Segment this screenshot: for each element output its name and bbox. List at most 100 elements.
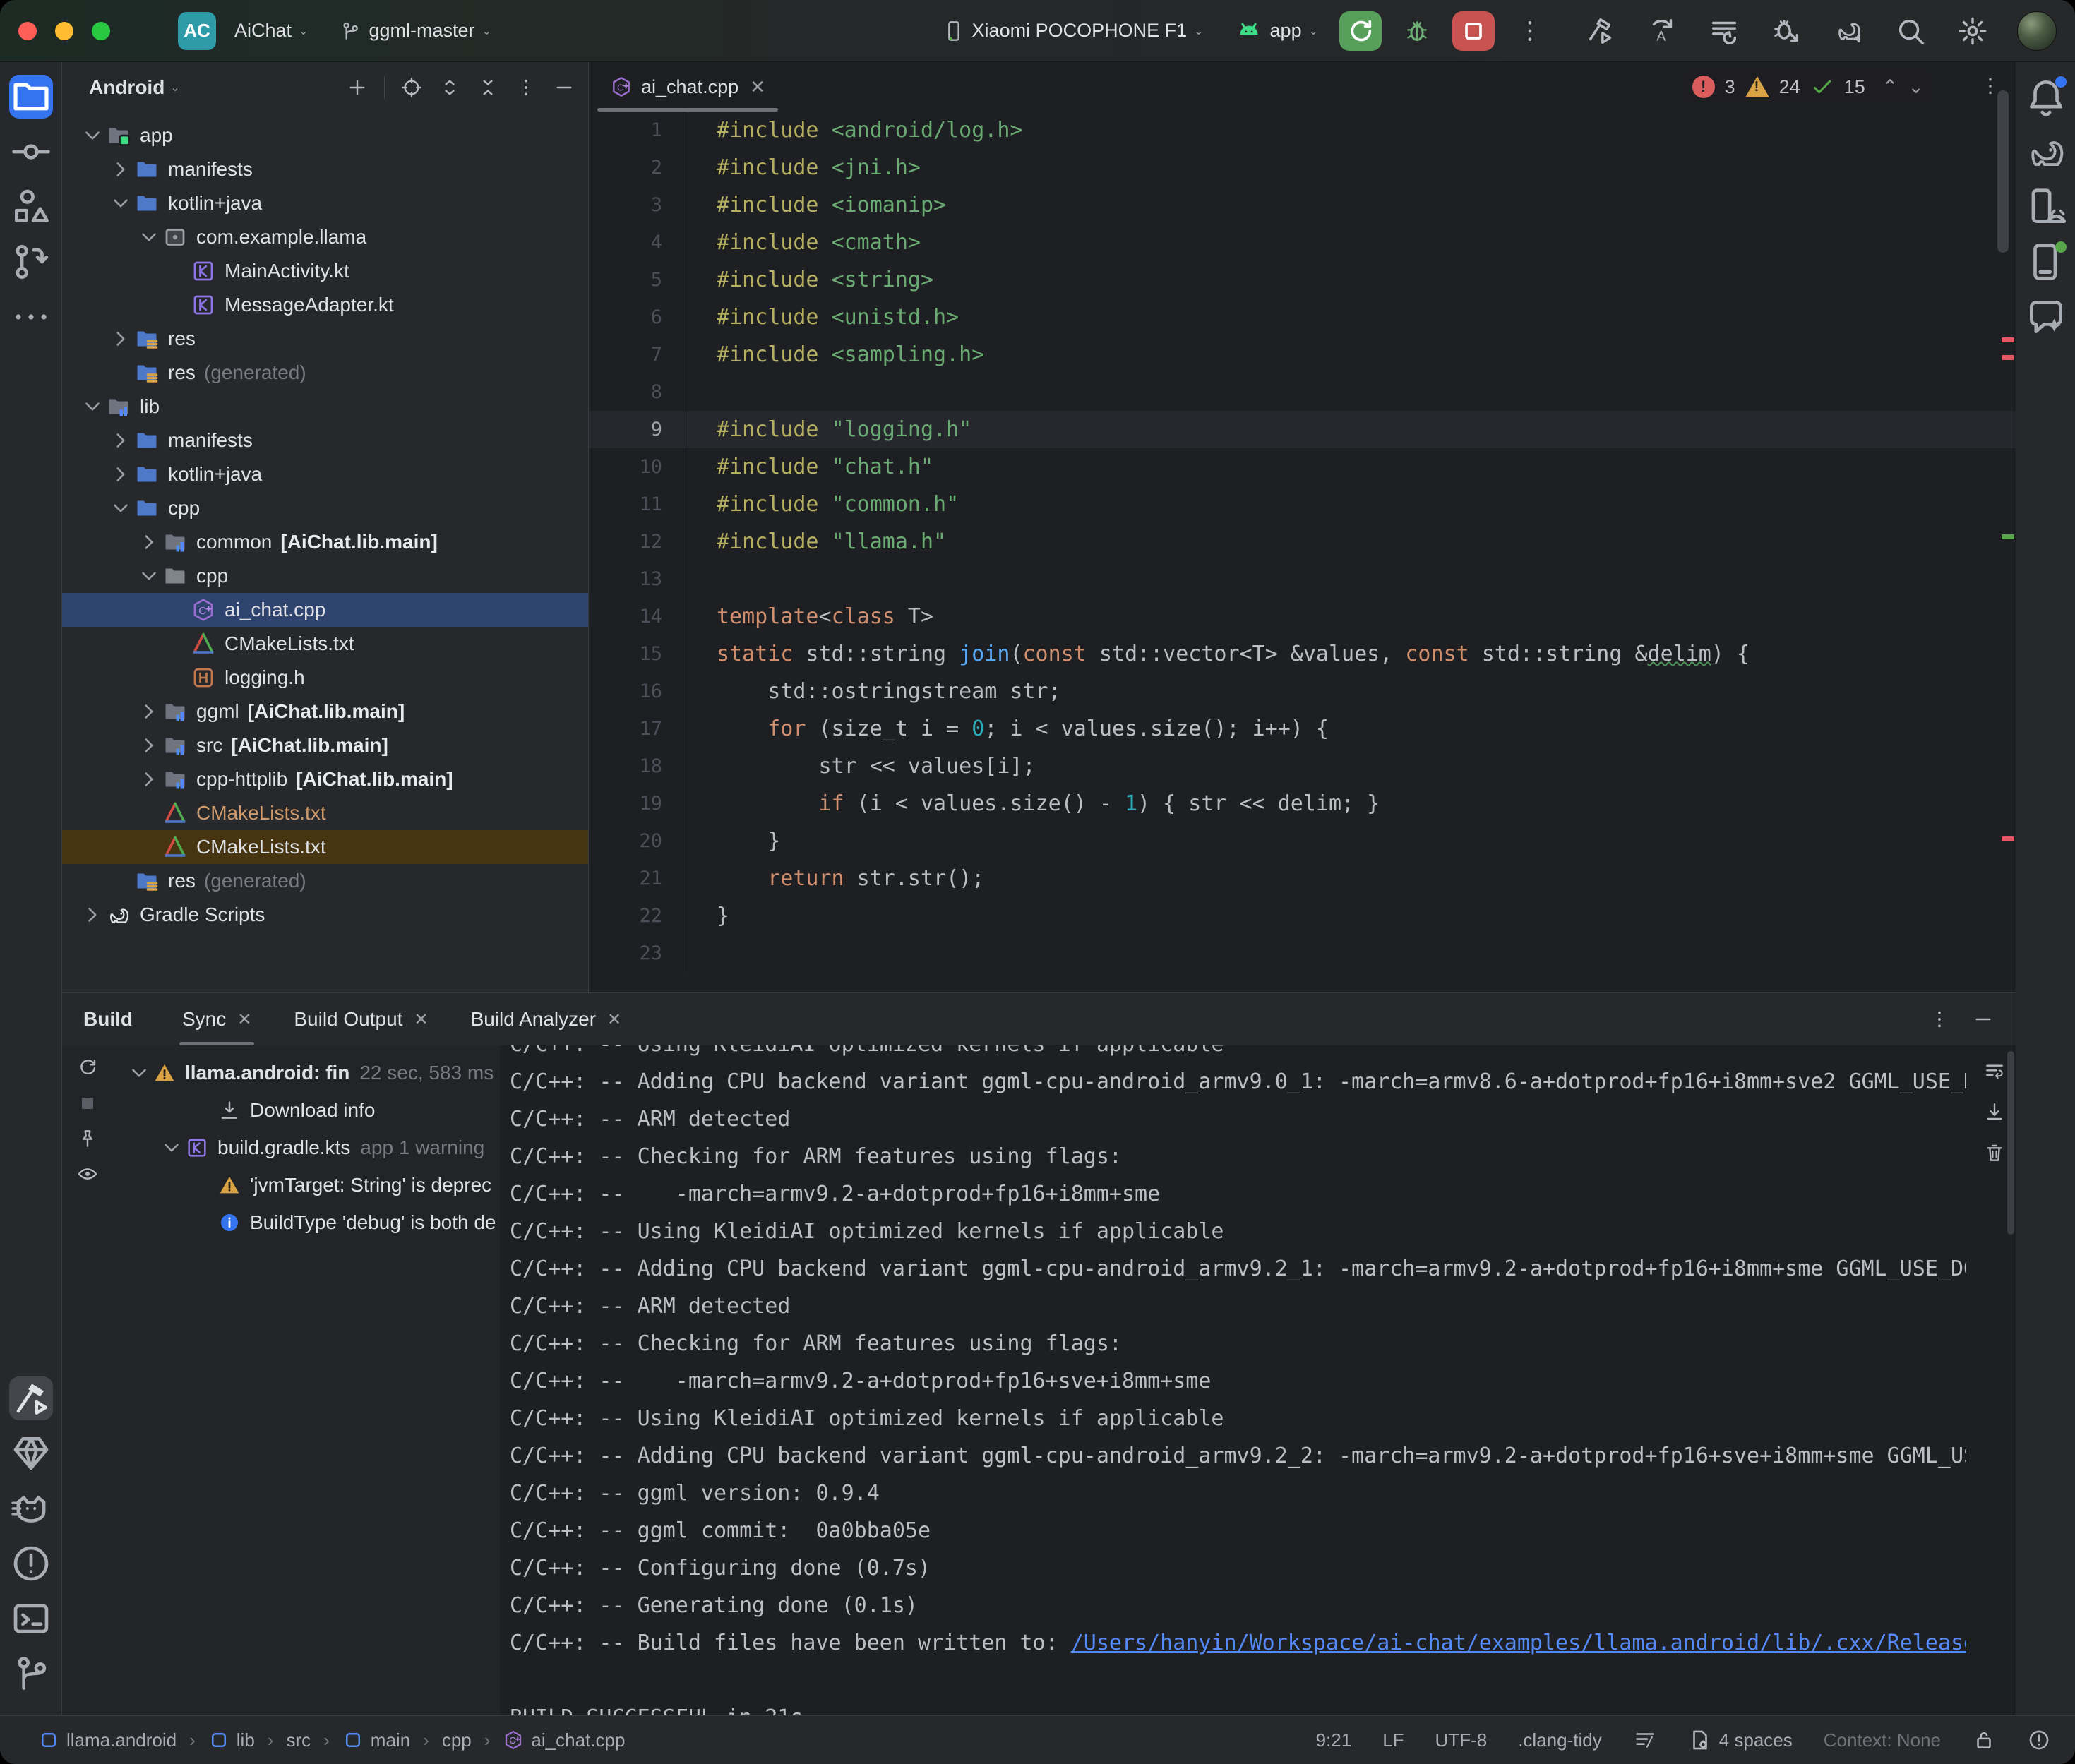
tree-item-res[interactable]: res(generated) — [62, 356, 588, 390]
statusbar-context[interactable]: Context: None — [1824, 1729, 1941, 1751]
chevron-down-icon[interactable] — [127, 1061, 151, 1085]
gradle-sync-button[interactable] — [1832, 15, 1865, 47]
code-line-20[interactable]: 20 } — [589, 822, 2016, 860]
chevron-down-icon[interactable] — [109, 496, 133, 520]
code-line-18[interactable]: 18 str << values[i]; — [589, 748, 2016, 785]
close-icon[interactable]: ✕ — [750, 76, 765, 98]
statusbar-line-ending[interactable]: LF — [1382, 1729, 1404, 1751]
build-tab-build-output[interactable]: Build Output ✕ — [287, 993, 435, 1045]
tree-item-res[interactable]: res(generated) — [62, 864, 588, 898]
tool-stripe-project[interactable] — [9, 75, 53, 119]
refresh-button[interactable] — [76, 1057, 99, 1079]
code-line-21[interactable]: 21 return str.str(); — [589, 860, 2016, 897]
code-line-4[interactable]: 4 #include <cmath> — [589, 224, 2016, 261]
chevron-down-icon[interactable] — [160, 1136, 184, 1160]
tree-item-ai-chat-cpp[interactable]: C ai_chat.cpp — [62, 593, 588, 627]
tool-stripe-gemini-chat[interactable] — [2024, 295, 2068, 339]
statusbar-encoding[interactable]: UTF-8 — [1435, 1729, 1488, 1751]
code-line-19[interactable]: 19 if (i < values.size() - 1) { str << d… — [589, 785, 2016, 822]
code-line-13[interactable]: 13 — [589, 560, 2016, 598]
close-window-button[interactable] — [18, 22, 37, 40]
build-tree-item[interactable]: build.gradle.ktsapp 1 warning — [113, 1129, 500, 1166]
hide-build-button[interactable] — [1972, 1008, 1995, 1031]
pin-button[interactable] — [76, 1127, 99, 1150]
next-problem-button[interactable]: ⌄ — [1908, 76, 1924, 98]
code-line-17[interactable]: 17 for (size_t i = 0; i < values.size();… — [589, 710, 2016, 748]
build-console[interactable]: C/C++: -- Using KleidiAI optimized kerne… — [500, 1045, 2016, 1715]
breadcrumb-item[interactable]: lib — [208, 1729, 255, 1751]
trash-button[interactable] — [1983, 1141, 2006, 1164]
project-view-selector[interactable]: Android — [89, 76, 165, 99]
code-line-9[interactable]: 9 #include "logging.h" — [589, 411, 2016, 448]
attach-debugger-button[interactable] — [1770, 15, 1802, 47]
chevron-right-icon[interactable] — [109, 157, 133, 181]
tool-stripe-pull-requests[interactable] — [9, 240, 53, 284]
settings-button[interactable] — [1956, 15, 1989, 47]
breadcrumb-item[interactable]: cpp — [442, 1729, 472, 1751]
code-line-22[interactable]: 22 } — [589, 897, 2016, 935]
console-scrollbar[interactable] — [2007, 1051, 2014, 1235]
tree-item-kotlin-java[interactable]: kotlin+java — [62, 186, 588, 220]
editor-scrollbar[interactable] — [1997, 90, 2009, 253]
tree-item-manifests[interactable]: manifests — [62, 152, 588, 186]
tool-stripe-device-manager[interactable] — [9, 1432, 53, 1475]
tree-item-mainactivity-kt[interactable]: MainActivity.kt — [62, 254, 588, 288]
code-line-16[interactable]: 16 std::ostringstream str; — [589, 673, 2016, 710]
close-icon[interactable]: ✕ — [414, 1009, 428, 1030]
code-line-11[interactable]: 11 #include "common.h" — [589, 486, 2016, 523]
statusbar-indent-size[interactable]: 4 spaces — [1688, 1728, 1793, 1752]
tree-item-src[interactable]: src[AiChat.lib.main] — [62, 728, 588, 762]
code-line-10[interactable]: 10 #include "chat.h" — [589, 448, 2016, 486]
tool-stripe-structure[interactable] — [9, 185, 53, 229]
code-line-6[interactable]: 6 #include <unistd.h> — [589, 299, 2016, 336]
vcs-branch-widget[interactable]: ggml-master ⌄ — [339, 20, 491, 42]
restart-activity-button[interactable]: A — [1646, 15, 1678, 47]
tree-item-res[interactable]: res — [62, 322, 588, 356]
apply-code-changes-button[interactable] — [1708, 15, 1740, 47]
inspections-widget[interactable]: ! 3 24 15 ⌃ ⌄ — [1685, 72, 1931, 102]
code-line-23[interactable]: 23 — [589, 935, 2016, 972]
collapse-all-button[interactable] — [477, 76, 499, 99]
code-line-12[interactable]: 12 #include "llama.h" — [589, 523, 2016, 560]
console-link[interactable]: /Users/hanyin/Workspace/ai-chat/examples… — [1071, 1631, 1966, 1655]
code-line-2[interactable]: 2 #include <jni.h> — [589, 149, 2016, 186]
eye-button[interactable] — [76, 1163, 99, 1185]
tool-stripe-notifications[interactable] — [2024, 75, 2068, 119]
chevron-down-icon[interactable] — [80, 124, 104, 148]
statusbar-inspections-widget[interactable] — [2027, 1728, 2051, 1752]
rerun-button[interactable] — [1339, 11, 1382, 51]
code-line-15[interactable]: 15 static std::string join(const std::ve… — [589, 635, 2016, 673]
avatar[interactable] — [2017, 11, 2057, 51]
debug-button[interactable] — [1403, 17, 1431, 45]
scroll-end-button[interactable] — [1983, 1100, 2006, 1123]
tree-item-gradle-scripts[interactable]: Gradle Scripts — [62, 898, 588, 932]
tool-stripe-gradle[interactable] — [2024, 130, 2068, 174]
breadcrumb-item[interactable]: Cai_chat.cpp — [503, 1729, 625, 1751]
plus-button[interactable] — [346, 76, 369, 99]
tree-item-ggml[interactable]: ggml[AiChat.lib.main] — [62, 695, 588, 728]
build-options-button[interactable] — [1928, 1008, 1951, 1031]
stop-square-button[interactable] — [76, 1092, 99, 1115]
tree-item-manifests[interactable]: manifests — [62, 424, 588, 457]
tree-item-com-example-llama[interactable]: com.example.llama — [62, 220, 588, 254]
chevron-down-icon[interactable] — [137, 564, 161, 588]
tree-item-lib[interactable]: lib — [62, 390, 588, 424]
locate-button[interactable] — [400, 76, 423, 99]
statusbar-clang-tidy[interactable]: .clang-tidy — [1518, 1729, 1602, 1751]
breadcrumb-item[interactable]: main — [342, 1729, 410, 1751]
tool-stripe-more-tools[interactable] — [9, 295, 53, 339]
statusbar-caret-position[interactable]: 9:21 — [1316, 1729, 1352, 1751]
code-line-8[interactable]: 8 — [589, 373, 2016, 411]
minimize-window-button[interactable] — [55, 22, 73, 40]
build-tree-item[interactable]: 'jvmTarget: String' is deprec — [113, 1166, 500, 1204]
tool-stripe-device-explorer[interactable] — [2024, 185, 2068, 229]
code-line-5[interactable]: 5 #include <string> — [589, 261, 2016, 299]
tree-item-logging-h[interactable]: logging.h — [62, 661, 588, 695]
tree-item-common[interactable]: common[AiChat.lib.main] — [62, 525, 588, 559]
project-widget[interactable]: AC AiChat ⌄ — [178, 12, 308, 50]
build-tab-sync[interactable]: Sync ✕ — [175, 993, 258, 1045]
stop-button[interactable] — [1452, 11, 1495, 51]
chevron-right-icon[interactable] — [137, 733, 161, 757]
close-icon[interactable]: ✕ — [607, 1009, 621, 1030]
breadcrumb-item[interactable]: llama.android — [38, 1729, 177, 1751]
